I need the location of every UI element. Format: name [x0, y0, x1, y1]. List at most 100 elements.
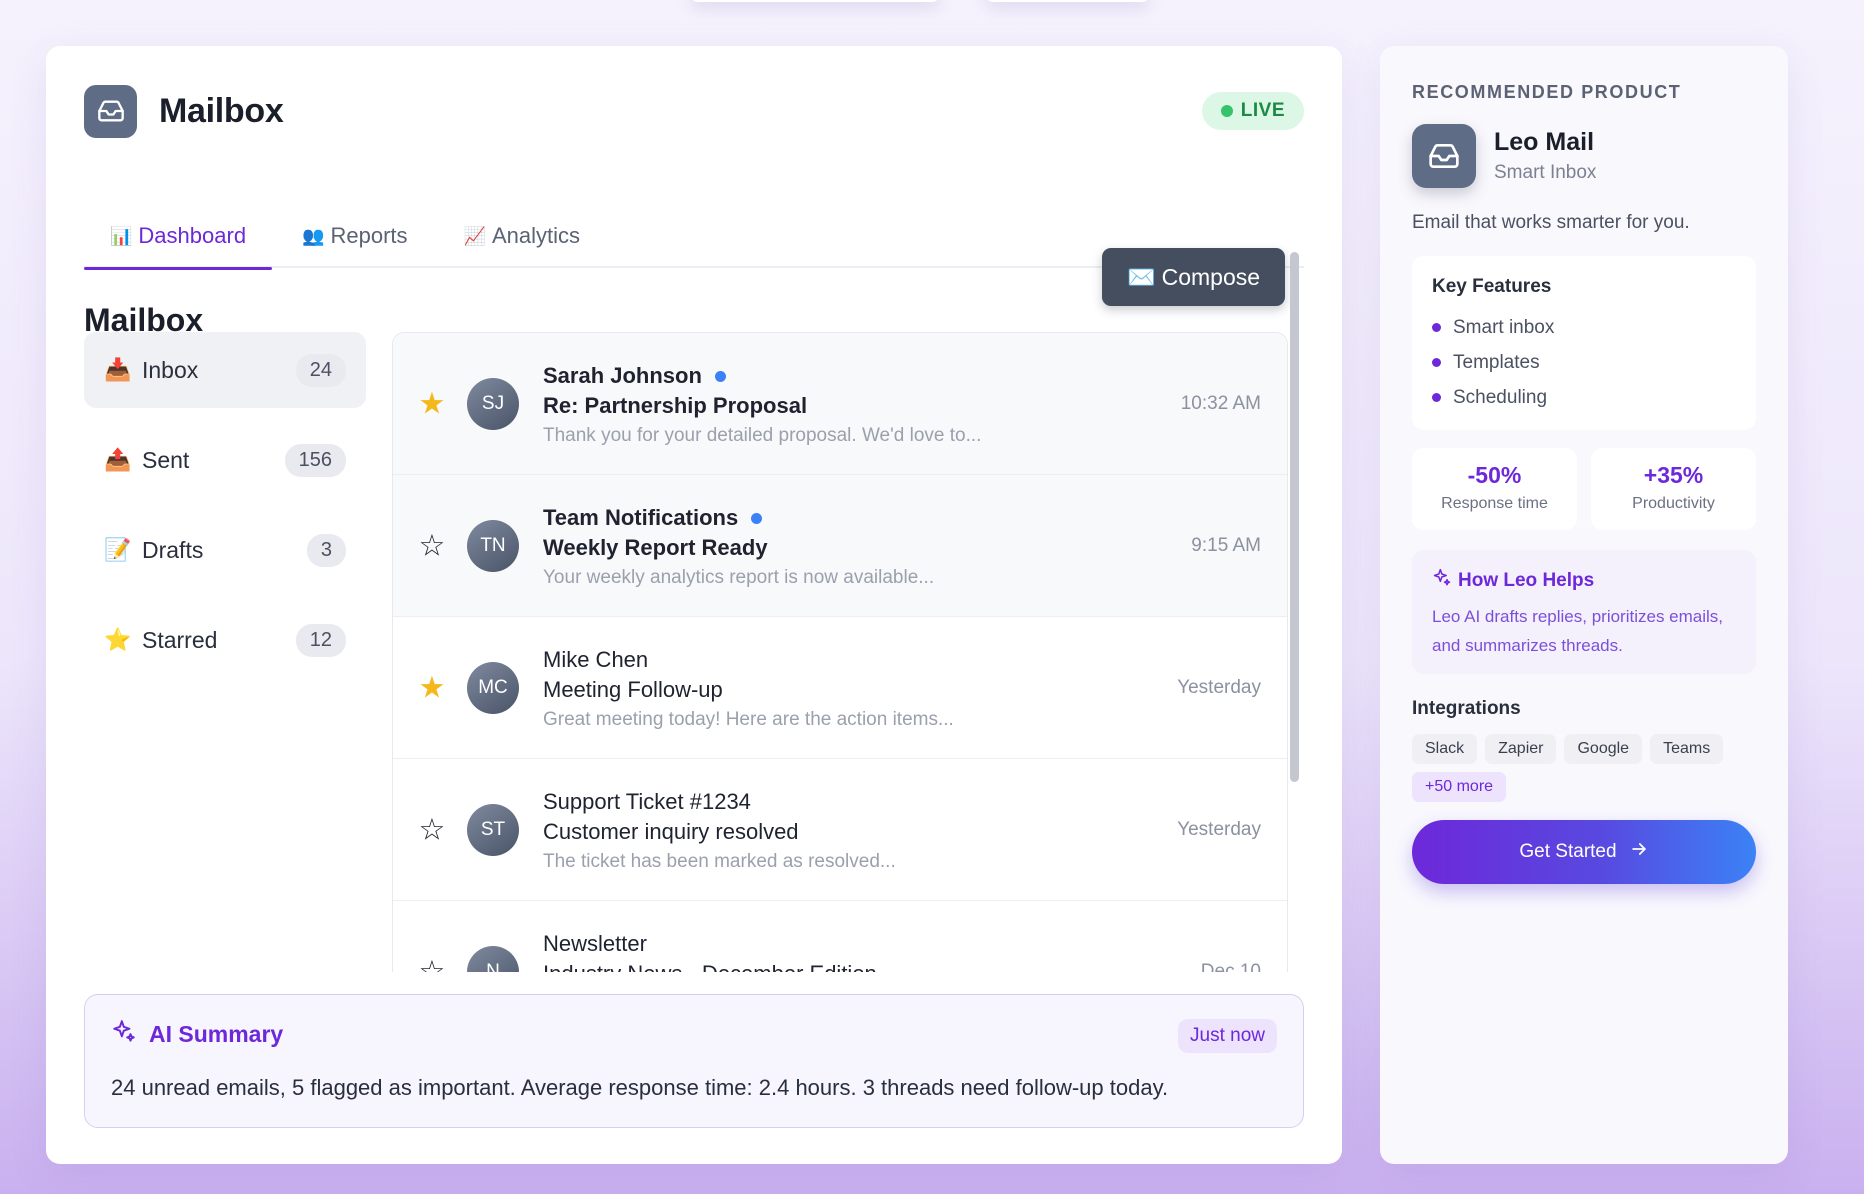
app-header: Mailbox LIVE [84, 84, 1304, 138]
mailbox-panel: Mailbox LIVE 📊 Dashboard 👥 Reports 📈 Ana… [46, 46, 1342, 1164]
email-subject: Weekly Report Ready [543, 535, 768, 560]
email-preview: Thank you for your detailed proposal. We… [543, 425, 982, 446]
email-sender: Team Notifications [543, 505, 739, 530]
people-icon: 👥 [302, 225, 325, 246]
star-outline-icon[interactable]: ☆ [415, 812, 449, 847]
how-leo-helps-title-row: How Leo Helps [1432, 568, 1736, 594]
star-outline-icon[interactable]: ☆ [415, 954, 449, 972]
ai-summary-time-badge: Just now [1178, 1019, 1277, 1053]
email-row[interactable]: ★ SJ Sarah Johnson Re: Partnership Propo… [393, 333, 1287, 475]
email-sender: Sarah Johnson [543, 363, 702, 388]
star-icon: ⭐ [104, 627, 132, 652]
recommended-label: RECOMMENDED PRODUCT [1412, 82, 1682, 102]
live-label: LIVE [1240, 100, 1285, 121]
star-filled-icon[interactable]: ★ [415, 386, 449, 421]
email-preview: The ticket has been marked as resolved..… [543, 851, 896, 872]
get-started-button[interactable]: Get Started [1412, 820, 1756, 884]
compose-button[interactable]: ✉️ Compose [1102, 248, 1285, 306]
feature-label: Smart inbox [1453, 316, 1555, 338]
email-sender: Support Ticket #1234 [543, 789, 751, 814]
email-text: Support Ticket #1234 Customer inquiry re… [543, 787, 1123, 873]
tab-label: Analytics [491, 223, 580, 248]
integration-tag-slack[interactable]: Slack [1412, 734, 1478, 764]
email-time: Yesterday [1177, 818, 1261, 840]
email-list-scrollbar[interactable] [1290, 252, 1299, 782]
email-list: ★ SJ Sarah Johnson Re: Partnership Propo… [392, 332, 1288, 972]
folder-starred[interactable]: ⭐ Starred 12 [84, 602, 366, 678]
integration-tag-zapier[interactable]: Zapier [1485, 734, 1557, 764]
integration-tag-more[interactable]: +50 more [1412, 772, 1507, 802]
email-sender-line: Mike Chen [543, 645, 1123, 675]
avatar: ST [467, 803, 519, 856]
inbox-icon: 📥 [104, 357, 132, 382]
avatar: MC [467, 661, 519, 714]
folder-count: 156 [284, 443, 346, 477]
folder-name: Drafts [142, 536, 204, 563]
folder-list: 📥 Inbox 24 📤 Sent 156 📝 Drafts 3 ⭐ Starr… [84, 332, 366, 692]
email-subject: Customer inquiry resolved [543, 819, 799, 844]
bullet-dot-icon [1432, 393, 1441, 402]
ai-summary-title: AI Summary [149, 1021, 284, 1047]
integration-tag-teams[interactable]: Teams [1650, 734, 1724, 764]
key-features-card: Key Features Smart inbox Templates Sched… [1412, 256, 1756, 430]
email-sender-line: Newsletter [543, 929, 1123, 959]
email-sender-line: Support Ticket #1234 [543, 787, 1123, 817]
integration-tag-google[interactable]: Google [1564, 734, 1643, 764]
stat-label: Productivity [1632, 495, 1715, 512]
email-row[interactable]: ☆ TN Team Notifications Weekly Report Re… [393, 475, 1287, 617]
feature-item: Scheduling [1432, 380, 1736, 415]
live-badge: LIVE [1201, 92, 1304, 130]
folder-count: 3 [306, 533, 346, 567]
email-row[interactable]: ☆ ST Support Ticket #1234 Customer inqui… [393, 759, 1287, 901]
envelope-icon: ✉️ [1126, 263, 1156, 290]
star-filled-icon[interactable]: ★ [415, 670, 449, 705]
outbox-icon: 📤 [104, 447, 132, 472]
inbox-tray-icon [1412, 124, 1476, 188]
folder-drafts[interactable]: 📝 Drafts 3 [84, 512, 366, 588]
tab-reports[interactable]: 👥 Reports [276, 204, 433, 268]
email-time: 10:32 AM [1180, 392, 1261, 414]
ai-summary-text: 24 unread emails, 5 flagged as important… [111, 1075, 1169, 1100]
star-outline-icon[interactable]: ☆ [415, 528, 449, 563]
live-dot-icon [1220, 105, 1233, 117]
email-sender-line: Team Notifications [543, 503, 1123, 533]
feature-label: Scheduling [1453, 386, 1548, 408]
how-leo-helps-card: How Leo Helps Leo AI drafts replies, pri… [1412, 550, 1756, 674]
feature-item: Smart inbox [1432, 310, 1736, 345]
tab-label: Dashboard [138, 223, 247, 248]
email-subject: Meeting Follow-up [543, 677, 723, 702]
stat-value: -50% [1467, 462, 1522, 488]
tab-analytics[interactable]: 📈 Analytics [438, 204, 606, 268]
email-sender: Newsletter [543, 931, 647, 956]
inbox-tray-icon [84, 84, 137, 138]
folder-name: Sent [142, 446, 190, 473]
feature-label: Templates [1453, 351, 1540, 373]
folder-name: Starred [142, 626, 218, 653]
email-preview: Your weekly analytics report is now avai… [543, 567, 935, 588]
folder-name: Inbox [142, 356, 199, 383]
how-leo-helps-text: Leo AI drafts replies, prioritizes email… [1432, 607, 1724, 655]
arrow-right-icon [1629, 839, 1649, 865]
email-row[interactable]: ☆ N Newsletter Industry News - December … [393, 901, 1287, 972]
how-leo-helps-title: How Leo Helps [1458, 570, 1595, 591]
integrations-title: Integrations [1412, 698, 1521, 719]
email-subject: Re: Partnership Proposal [543, 393, 808, 418]
folder-sent[interactable]: 📤 Sent 156 [84, 422, 366, 498]
tab-dashboard[interactable]: 📊 Dashboard [84, 204, 273, 270]
ai-summary-header: AI Summary [111, 1019, 283, 1050]
sparkle-icon [1432, 568, 1452, 594]
feature-item: Templates [1432, 345, 1736, 380]
email-text: Sarah Johnson Re: Partnership Proposal T… [543, 361, 1123, 447]
ai-summary-card: AI Summary Just now 24 unread emails, 5 … [84, 994, 1304, 1128]
email-text: Newsletter Industry News - December Edit… [543, 929, 1123, 972]
app-title: Mailbox [159, 91, 284, 130]
unread-dot-icon [714, 370, 726, 382]
top-decoration-right [985, 0, 1150, 2]
email-row[interactable]: ★ MC Mike Chen Meeting Follow-up Great m… [393, 617, 1287, 759]
email-text: Team Notifications Weekly Report Ready Y… [543, 503, 1123, 589]
folder-inbox[interactable]: 📥 Inbox 24 [84, 332, 366, 408]
stat-label: Response time [1441, 495, 1548, 512]
folder-count: 12 [295, 623, 346, 657]
email-sender-line: Sarah Johnson [543, 361, 1123, 391]
trend-chart-icon: 📈 [463, 225, 486, 246]
